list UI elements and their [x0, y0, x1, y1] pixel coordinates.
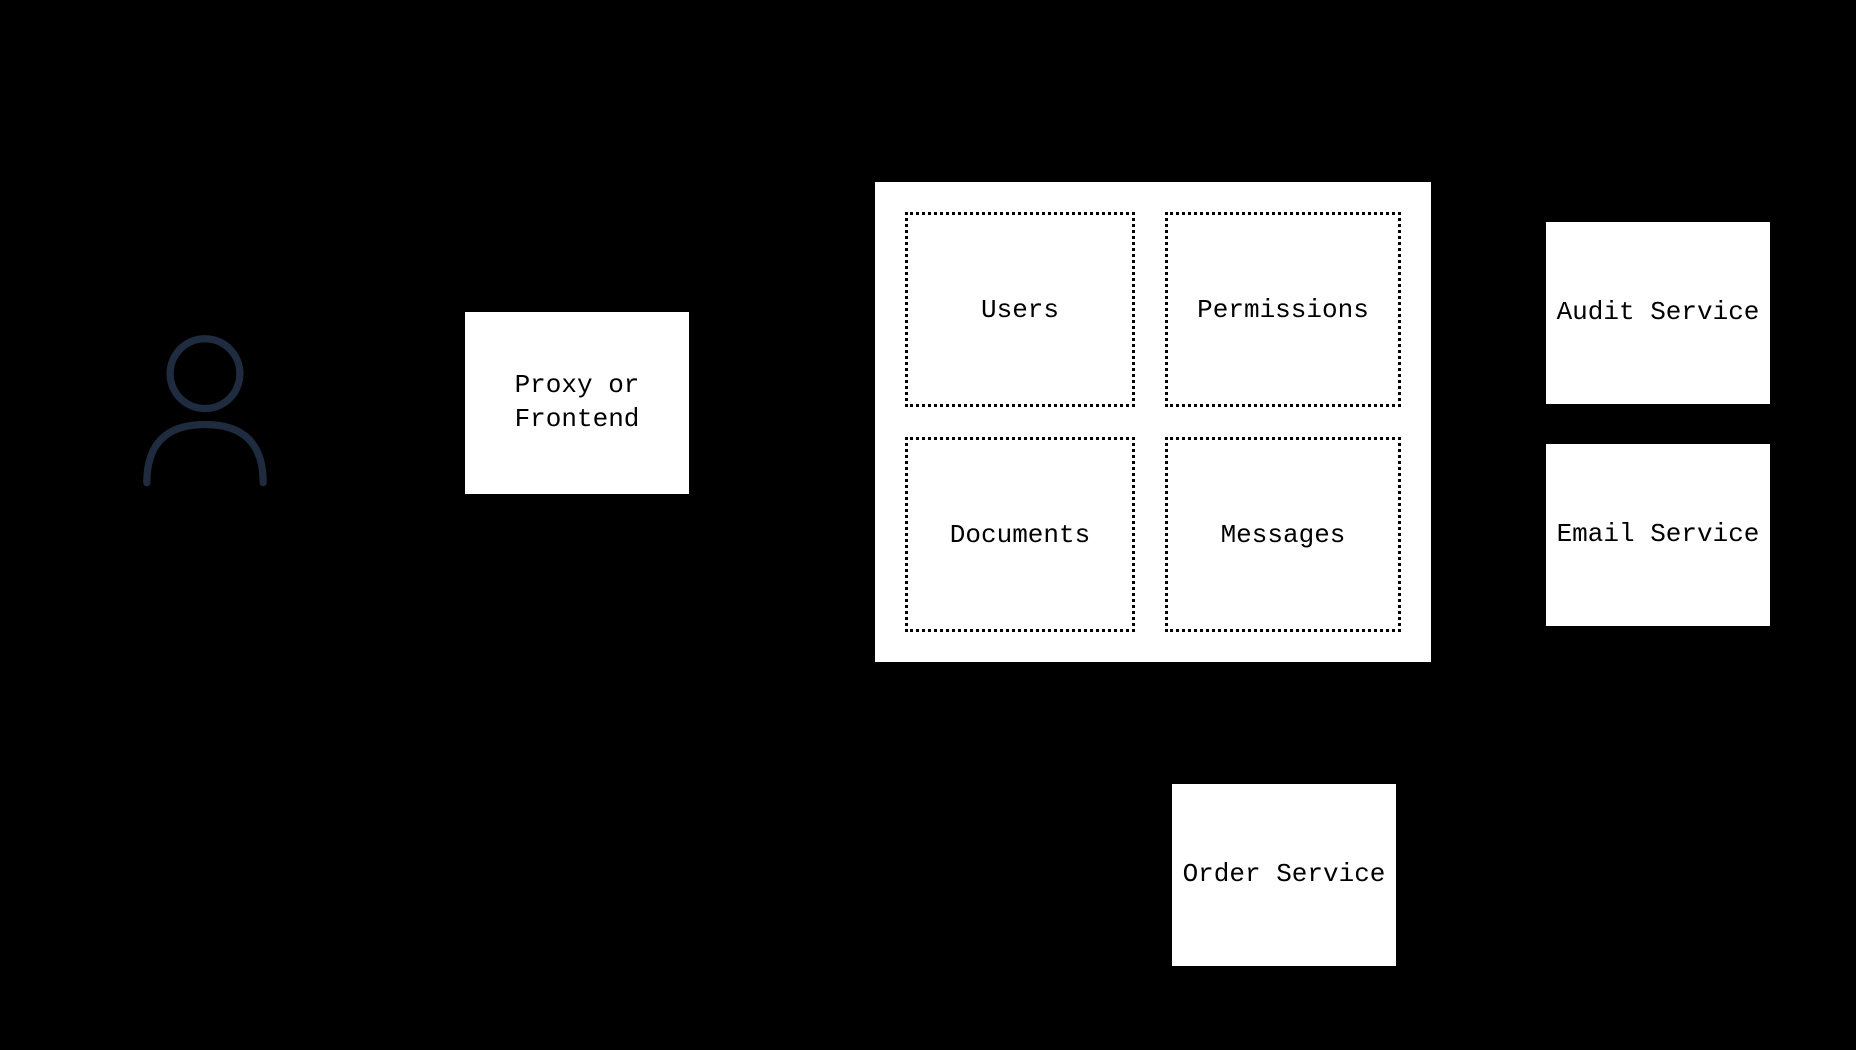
permissions-module: Permissions	[1165, 212, 1401, 407]
audit-service-box: Audit Service	[1546, 222, 1770, 404]
user-icon	[130, 330, 280, 490]
users-label: Users	[981, 295, 1059, 325]
users-module: Users	[905, 212, 1135, 407]
audit-label: Audit Service	[1557, 296, 1760, 330]
monolith-container: Users Permissions Documents Messages	[875, 182, 1431, 662]
order-label: Order Service	[1183, 858, 1386, 892]
messages-label: Messages	[1221, 520, 1346, 550]
email-label: Email Service	[1557, 518, 1760, 552]
email-service-box: Email Service	[1546, 444, 1770, 626]
documents-module: Documents	[905, 437, 1135, 632]
architecture-diagram: Proxy or Frontend Users Permissions Docu…	[0, 0, 1856, 1050]
order-service-box: Order Service	[1172, 784, 1396, 966]
proxy-frontend-box: Proxy or Frontend	[465, 312, 689, 494]
permissions-label: Permissions	[1197, 295, 1369, 325]
documents-label: Documents	[950, 520, 1090, 550]
messages-module: Messages	[1165, 437, 1401, 632]
proxy-label: Proxy or Frontend	[465, 369, 689, 437]
